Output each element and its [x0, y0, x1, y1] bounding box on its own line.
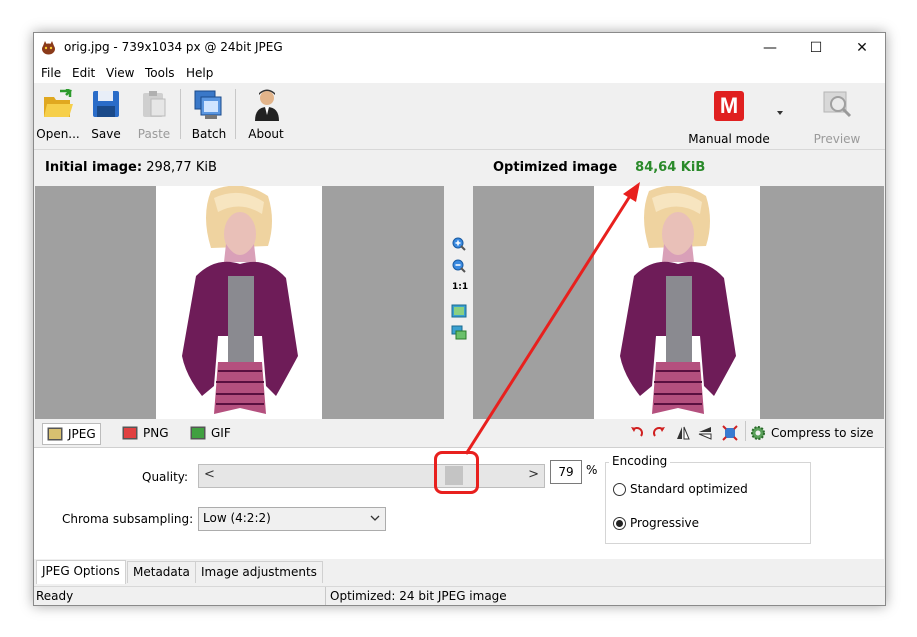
- annotation-arrow: [464, 182, 640, 455]
